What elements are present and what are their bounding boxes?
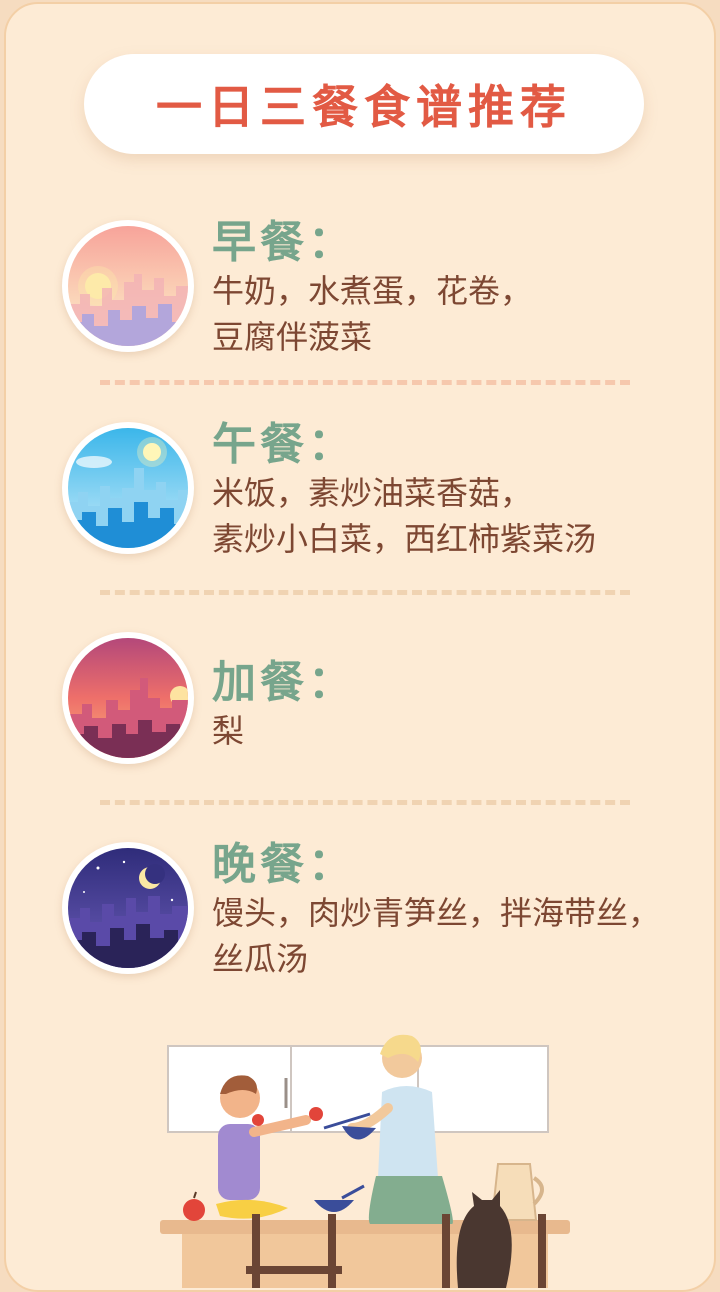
sunset-city-icon	[62, 632, 194, 764]
title-banner: 一日三餐食谱推荐	[84, 54, 644, 154]
meal-label: 加餐：	[212, 657, 356, 708]
noon-city-icon	[62, 422, 194, 554]
divider	[100, 800, 630, 805]
meal-line: 牛奶，水煮蛋，花卷，	[212, 272, 533, 310]
meal-items: 梨	[212, 708, 702, 754]
meal-items: 牛奶，水煮蛋，花卷， 豆腐伴菠菜	[212, 268, 702, 360]
page-title: 一日三餐食谱推荐	[156, 80, 572, 134]
recipe-card: 一日三餐食谱推荐 早餐： 牛奶，水煮蛋，花卷， 豆腐伴菠菜 午餐： 米饭，素炒油…	[4, 2, 716, 1292]
meal-label: 午餐：	[212, 419, 356, 470]
meal-items: 米饭，素炒油菜香菇， 素炒小白菜，西红柿紫菜汤	[212, 470, 702, 562]
meal-line: 豆腐伴菠菜	[212, 318, 373, 356]
meal-items: 馒头，肉炒青笋丝，拌海带丝， 丝瓜汤	[212, 890, 702, 982]
meal-line: 丝瓜汤	[212, 940, 309, 978]
sunrise-city-icon	[62, 220, 194, 352]
kitchen-illustration	[160, 1034, 570, 1288]
meal-line: 馒头，肉炒青笋丝，拌海带丝，	[212, 894, 661, 932]
meal-label: 晚餐：	[212, 839, 356, 890]
divider	[100, 590, 630, 595]
divider	[100, 380, 630, 385]
meal-line: 米饭，素炒油菜香菇，	[212, 474, 533, 512]
meal-line: 素炒小白菜，西红柿紫菜汤	[212, 520, 597, 558]
night-city-icon	[62, 842, 194, 974]
meal-line: 梨	[212, 712, 245, 750]
meal-label: 早餐：	[212, 217, 356, 268]
